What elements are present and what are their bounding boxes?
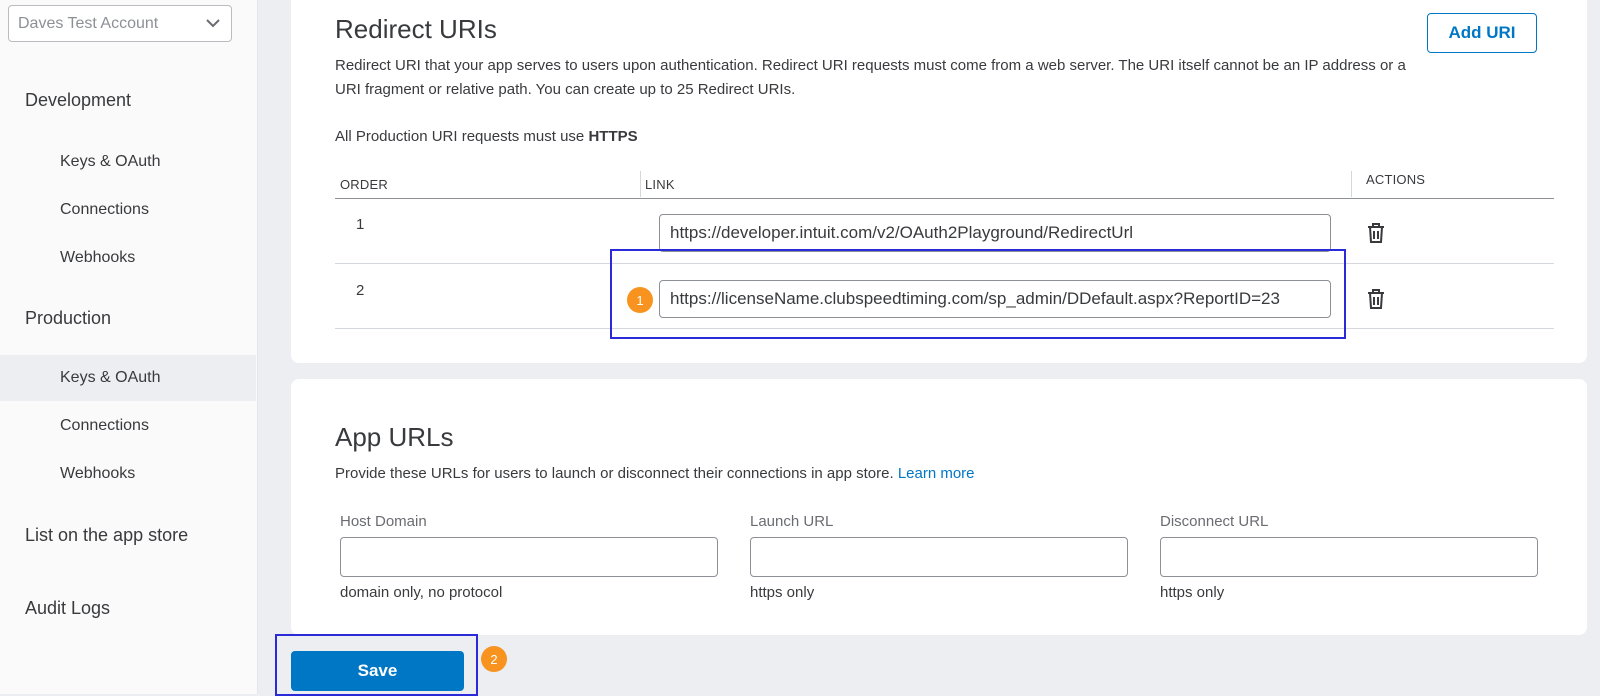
add-uri-button[interactable]: Add URI	[1427, 13, 1537, 53]
launch-url-input[interactable]	[750, 537, 1128, 577]
host-domain-input[interactable]	[340, 537, 718, 577]
annotation-badge: 1	[627, 287, 653, 313]
nav-prod-webhooks[interactable]: Webhooks	[0, 451, 256, 497]
launch-url-hint: https only	[750, 584, 815, 601]
annotation-badge: 2	[481, 646, 507, 672]
table-header-divider	[335, 198, 1554, 199]
host-domain-label: Host Domain	[340, 513, 427, 530]
account-select-value: Daves Test Account	[18, 14, 159, 32]
account-select[interactable]: Daves Test Account	[8, 5, 232, 42]
redirect-uri-input[interactable]: https://developer.intuit.com/v2/OAuth2Pl…	[659, 214, 1331, 252]
nav-dev-keys-oauth[interactable]: Keys & OAuth	[0, 139, 256, 185]
nav-audit-logs[interactable]: Audit Logs	[25, 598, 110, 619]
disconnect-url-label: Disconnect URL	[1160, 513, 1269, 530]
disconnect-url-input[interactable]	[1160, 537, 1538, 577]
https-note: All Production URI requests must use HTT…	[335, 125, 638, 149]
column-header-order: ORDER	[340, 177, 388, 192]
row-order: 1	[356, 216, 365, 233]
host-domain-hint: domain only, no protocol	[340, 584, 503, 601]
https-note-bold: HTTPS	[588, 128, 638, 145]
nav-prod-keys-oauth[interactable]: Keys & OAuth	[0, 355, 256, 401]
save-button[interactable]: Save	[291, 651, 464, 691]
column-divider	[640, 171, 641, 197]
redirect-uris-title: Redirect URIs	[335, 14, 497, 44]
launch-url-label: Launch URL	[750, 513, 834, 530]
nav-dev-connections[interactable]: Connections	[0, 187, 256, 233]
disconnect-url-hint: https only	[1160, 584, 1225, 601]
https-note-text: All Production URI requests must use	[335, 128, 585, 145]
app-urls-description: Provide these URLs for users to launch o…	[335, 462, 975, 486]
annotation-highlight-box	[610, 249, 1346, 339]
column-header-actions: ACTIONS	[1366, 172, 1426, 187]
trash-icon[interactable]	[1366, 222, 1386, 244]
nav-heading-production[interactable]: Production	[25, 308, 111, 329]
row-order: 2	[356, 282, 365, 299]
column-header-link: LINK	[645, 177, 675, 192]
app-urls-title: App URLs	[335, 422, 454, 452]
sidebar: Daves Test Account Development Keys & OA…	[0, 0, 258, 694]
redirect-uris-description: Redirect URI that your app serves to use…	[335, 57, 1406, 98]
column-divider	[1351, 171, 1352, 197]
nav-dev-webhooks[interactable]: Webhooks	[0, 235, 256, 281]
learn-more-link[interactable]: Learn more	[898, 465, 975, 482]
nav-list-app-store[interactable]: List on the app store	[25, 525, 188, 546]
trash-icon[interactable]	[1366, 288, 1386, 310]
nav-prod-connections[interactable]: Connections	[0, 403, 256, 449]
app-urls-description-text: Provide these URLs for users to launch o…	[335, 465, 894, 482]
nav-heading-development[interactable]: Development	[25, 90, 131, 111]
chevron-down-icon	[206, 19, 220, 28]
